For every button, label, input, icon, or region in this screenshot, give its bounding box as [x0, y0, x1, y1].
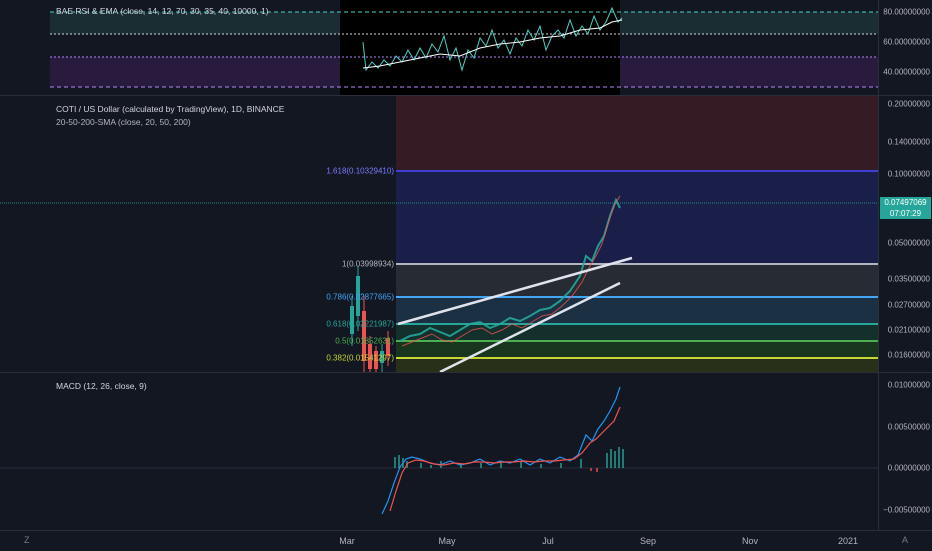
time-label: Sep [639, 536, 657, 546]
macd-price-axis[interactable]: 0.01000000 0.00500000 0.00000000 −0.0050… [878, 373, 932, 530]
axis-label: 0.03500000 [887, 274, 930, 284]
axis-label: 0.14000000 [887, 137, 930, 147]
price-axis-divider [878, 0, 879, 530]
rsi-price-axis[interactable]: 80.00000000 60.00000000 40.00000000 [878, 0, 932, 95]
axis-label: 0.02700000 [887, 300, 930, 310]
main-price-axis[interactable]: 0.20000000 0.14000000 0.10000000 0.05000… [878, 96, 932, 372]
main-chart-pane[interactable]: COTI / US Dollar (calculated by TradingV… [0, 96, 878, 372]
time-label: Jul [542, 536, 554, 546]
fib-label: 1.618(0.10329410) [326, 166, 394, 176]
time-axis[interactable]: Z Mar May Jul Sep Nov 2021 A [0, 530, 932, 551]
fib-label: 0.618(0.02221987) [326, 319, 394, 329]
axis-label: 0.00000000 [887, 463, 930, 473]
auto-scale-button[interactable]: A [902, 535, 908, 545]
axis-label: −0.00500000 [883, 505, 930, 515]
time-label: Mar [339, 536, 355, 546]
axis-label: 0.05000000 [887, 238, 930, 248]
axis-label: 0.01600000 [887, 350, 930, 360]
rsi-legend: BAE RSI & EMA (close, 14, 12, 70, 30, 35… [56, 6, 269, 16]
fib-label: 0.382(0.01541297) [326, 353, 394, 363]
fib-label: 1(0.03998934) [341, 259, 394, 269]
bar-countdown-tag: 07:07:29 [880, 208, 931, 219]
axis-label: 0.01000000 [887, 380, 930, 390]
rsi-pane[interactable]: BAE RSI & EMA (close, 14, 12, 70, 30, 35… [0, 0, 878, 95]
time-label: 2021 [837, 536, 859, 546]
price-chart [0, 96, 878, 372]
zoom-button[interactable]: Z [24, 535, 30, 545]
axis-label: 0.00500000 [887, 422, 930, 432]
time-label: Nov [741, 536, 759, 546]
macd-legend: MACD (12, 26, close, 9) [56, 381, 147, 391]
macd-pane[interactable]: MACD (12, 26, close, 9) [0, 373, 878, 530]
axis-label: 80.00000000 [883, 7, 930, 17]
axis-label: 0.20000000 [887, 99, 930, 109]
axis-label: 40.00000000 [883, 67, 930, 77]
time-label: May [438, 536, 456, 546]
fib-label: 0.5(0.01852631) [335, 336, 394, 346]
main-legend-title: COTI / US Dollar (calculated by TradingV… [56, 104, 285, 114]
fib-label: 0.786(0.02877665) [326, 292, 394, 302]
macd-histogram [394, 447, 624, 468]
macd-chart [0, 386, 878, 515]
axis-label: 0.02100000 [887, 325, 930, 335]
current-price-tag: 0.07497069 [880, 197, 931, 208]
axis-label: 60.00000000 [883, 37, 930, 47]
macd-signal-line [389, 406, 621, 512]
main-legend-indicator: 20-50-200-SMA (close, 20, 50, 200) [56, 117, 191, 127]
axis-label: 0.10000000 [887, 169, 930, 179]
